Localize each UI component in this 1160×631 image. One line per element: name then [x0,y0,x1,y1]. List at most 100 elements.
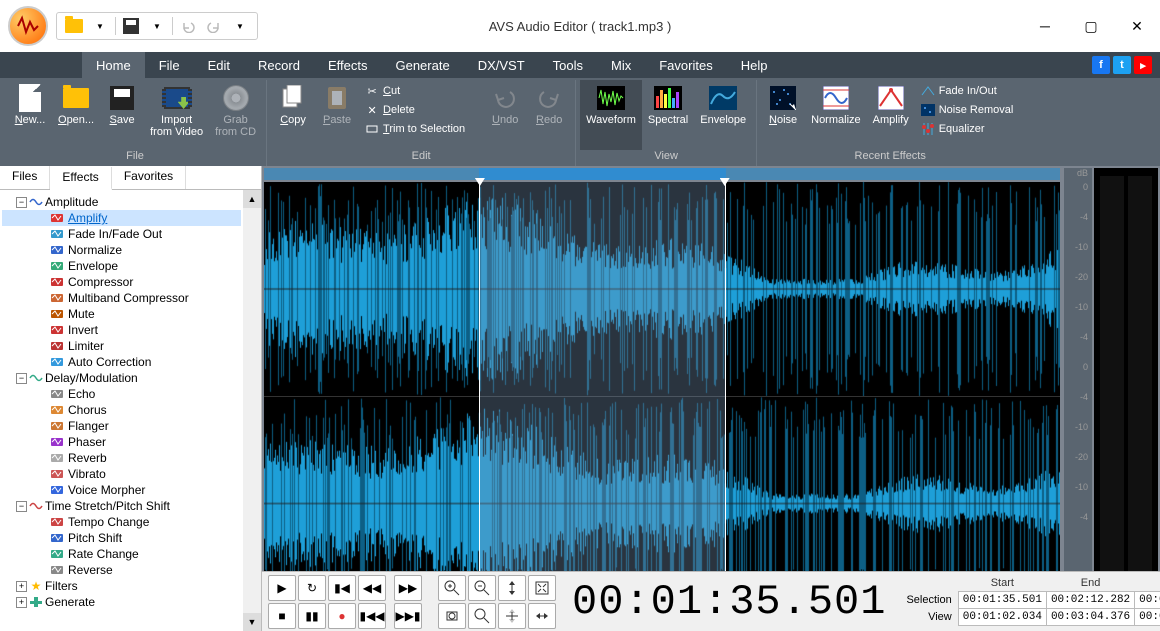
twitter-icon[interactable]: t [1113,56,1131,74]
tree-group-delay[interactable]: −Delay/Modulation [2,370,241,386]
tree-item-compressor[interactable]: Compressor [2,274,241,290]
cut-button[interactable]: ✂Cut [363,82,467,100]
tree-item-invert[interactable]: Invert [2,322,241,338]
pause-button[interactable]: ▮▮ [298,603,326,629]
menu-help[interactable]: Help [727,52,782,78]
tree-item-envelope[interactable]: Envelope [2,258,241,274]
view-start-value[interactable]: 00:01:02.034 [958,609,1046,626]
tree-item-tempo-change[interactable]: Tempo Change [2,514,241,530]
amplify-effect-button[interactable]: Amplify [867,80,915,150]
new-button[interactable]: New... [8,80,52,150]
close-button[interactable]: ✕ [1114,11,1160,41]
forward-button[interactable]: ▶▶ [394,575,422,601]
zoom-vertical-in-button[interactable] [498,575,526,601]
selection-length-value[interactable]: 00:00:36.781 [1135,592,1160,609]
view-end-value[interactable]: 00:03:04.376 [1046,609,1134,626]
zoom-fit-selection-button[interactable] [528,603,556,629]
qat-open-dropdown[interactable]: ▼ [89,15,111,37]
menu-mix[interactable]: Mix [597,52,645,78]
tree-item-auto-correction[interactable]: Auto Correction [2,354,241,370]
fade-effect-button[interactable]: Fade In/Out [919,82,1016,100]
qat-redo-button[interactable] [203,15,225,37]
menu-favorites[interactable]: Favorites [645,52,726,78]
qat-open-button[interactable] [63,15,85,37]
selection-end-value[interactable]: 00:02:12.282 [1046,592,1134,609]
open-button[interactable]: Open... [52,80,100,150]
prev-button[interactable]: ▮◀ [328,575,356,601]
scrollbar[interactable]: ▲ ▼ [243,190,261,631]
noise-removal-button[interactable]: Noise Removal [919,101,1016,119]
scroll-down-button[interactable]: ▼ [243,613,261,631]
tree-item-multiband-compressor[interactable]: Multiband Compressor [2,290,241,306]
noise-effect-button[interactable]: Noise [761,80,805,150]
expander-icon[interactable]: + [16,581,27,592]
menu-effects[interactable]: Effects [314,52,382,78]
tree-group-filters[interactable]: +★Filters [2,578,241,594]
record-button[interactable]: ● [328,603,356,629]
waveform-display[interactable] [264,182,1060,611]
tree-item-chorus[interactable]: Chorus [2,402,241,418]
menu-file[interactable]: File [145,52,194,78]
envelope-view-button[interactable]: Envelope [694,80,752,150]
minimize-button[interactable]: ─ [1022,11,1068,41]
zoom-vertical-out-button[interactable] [498,603,526,629]
save-button[interactable]: Save [100,80,144,150]
tree-item-limiter[interactable]: Limiter [2,338,241,354]
facebook-icon[interactable]: f [1092,56,1110,74]
tree-item-fade-in-fade-out[interactable]: Fade In/Fade Out [2,226,241,242]
maximize-button[interactable]: ▢ [1068,11,1114,41]
tree-item-pitch-shift[interactable]: Pitch Shift [2,530,241,546]
sidebar-tab-effects[interactable]: Effects [50,167,111,190]
tree-group-generate[interactable]: +Generate [2,594,241,610]
app-logo[interactable] [8,6,48,46]
expander-icon[interactable]: − [16,373,27,384]
expander-icon[interactable]: + [16,597,27,608]
menu-tools[interactable]: Tools [539,52,597,78]
goto-end-button[interactable]: ▶▶▮ [394,603,422,629]
trim-button[interactable]: Trim to Selection [363,120,467,138]
delete-button[interactable]: ✕Delete [363,101,467,119]
view-length-value[interactable]: 00:02:02.341 [1135,609,1160,626]
youtube-icon[interactable]: ▸ [1134,56,1152,74]
menu-record[interactable]: Record [244,52,314,78]
qat-save-button[interactable] [120,15,142,37]
qat-save-dropdown[interactable]: ▼ [146,15,168,37]
qat-customize-dropdown[interactable]: ▼ [229,15,251,37]
rewind-button[interactable]: ◀◀ [358,575,386,601]
stop-button[interactable]: ■ [268,603,296,629]
play-button[interactable]: ▶ [268,575,296,601]
tree-item-reverb[interactable]: Reverb [2,450,241,466]
zoom-out-button[interactable] [468,575,496,601]
tree-item-vibrato[interactable]: Vibrato [2,466,241,482]
qat-undo-button[interactable] [177,15,199,37]
normalize-effect-button[interactable]: Normalize [805,80,867,150]
tree-item-flanger[interactable]: Flanger [2,418,241,434]
menu-home[interactable]: Home [82,52,145,78]
expander-icon[interactable]: − [16,197,27,208]
menu-dxvst[interactable]: DX/VST [464,52,539,78]
zoom-selection-button[interactable] [438,603,466,629]
zoom-reset-button[interactable] [468,603,496,629]
loop-button[interactable]: ↻ [298,575,326,601]
overview-timeline[interactable] [264,168,1060,180]
equalizer-button[interactable]: Equalizer [919,120,1016,138]
goto-start-button[interactable]: ▮◀◀ [358,603,386,629]
expander-icon[interactable]: − [16,501,27,512]
scroll-up-button[interactable]: ▲ [243,190,261,208]
tree-item-reverse[interactable]: Reverse [2,562,241,578]
waveform-view-button[interactable]: Waveform [580,80,642,150]
menu-generate[interactable]: Generate [381,52,463,78]
tree-item-echo[interactable]: Echo [2,386,241,402]
zoom-in-button[interactable] [438,575,466,601]
tree-group-amplitude[interactable]: −Amplitude [2,194,241,210]
spectral-view-button[interactable]: Spectral [642,80,694,150]
tree-item-phaser[interactable]: Phaser [2,434,241,450]
selection-start-value[interactable]: 00:01:35.501 [958,592,1046,609]
tree-item-voice-morpher[interactable]: Voice Morpher [2,482,241,498]
tree-item-normalize[interactable]: Normalize [2,242,241,258]
tree-item-mute[interactable]: Mute [2,306,241,322]
import-video-button[interactable]: Importfrom Video [144,80,209,150]
menu-edit[interactable]: Edit [194,52,244,78]
effects-tree[interactable]: −AmplitudeAmplifyFade In/Fade OutNormali… [0,190,261,631]
sidebar-tab-favorites[interactable]: Favorites [112,166,186,189]
